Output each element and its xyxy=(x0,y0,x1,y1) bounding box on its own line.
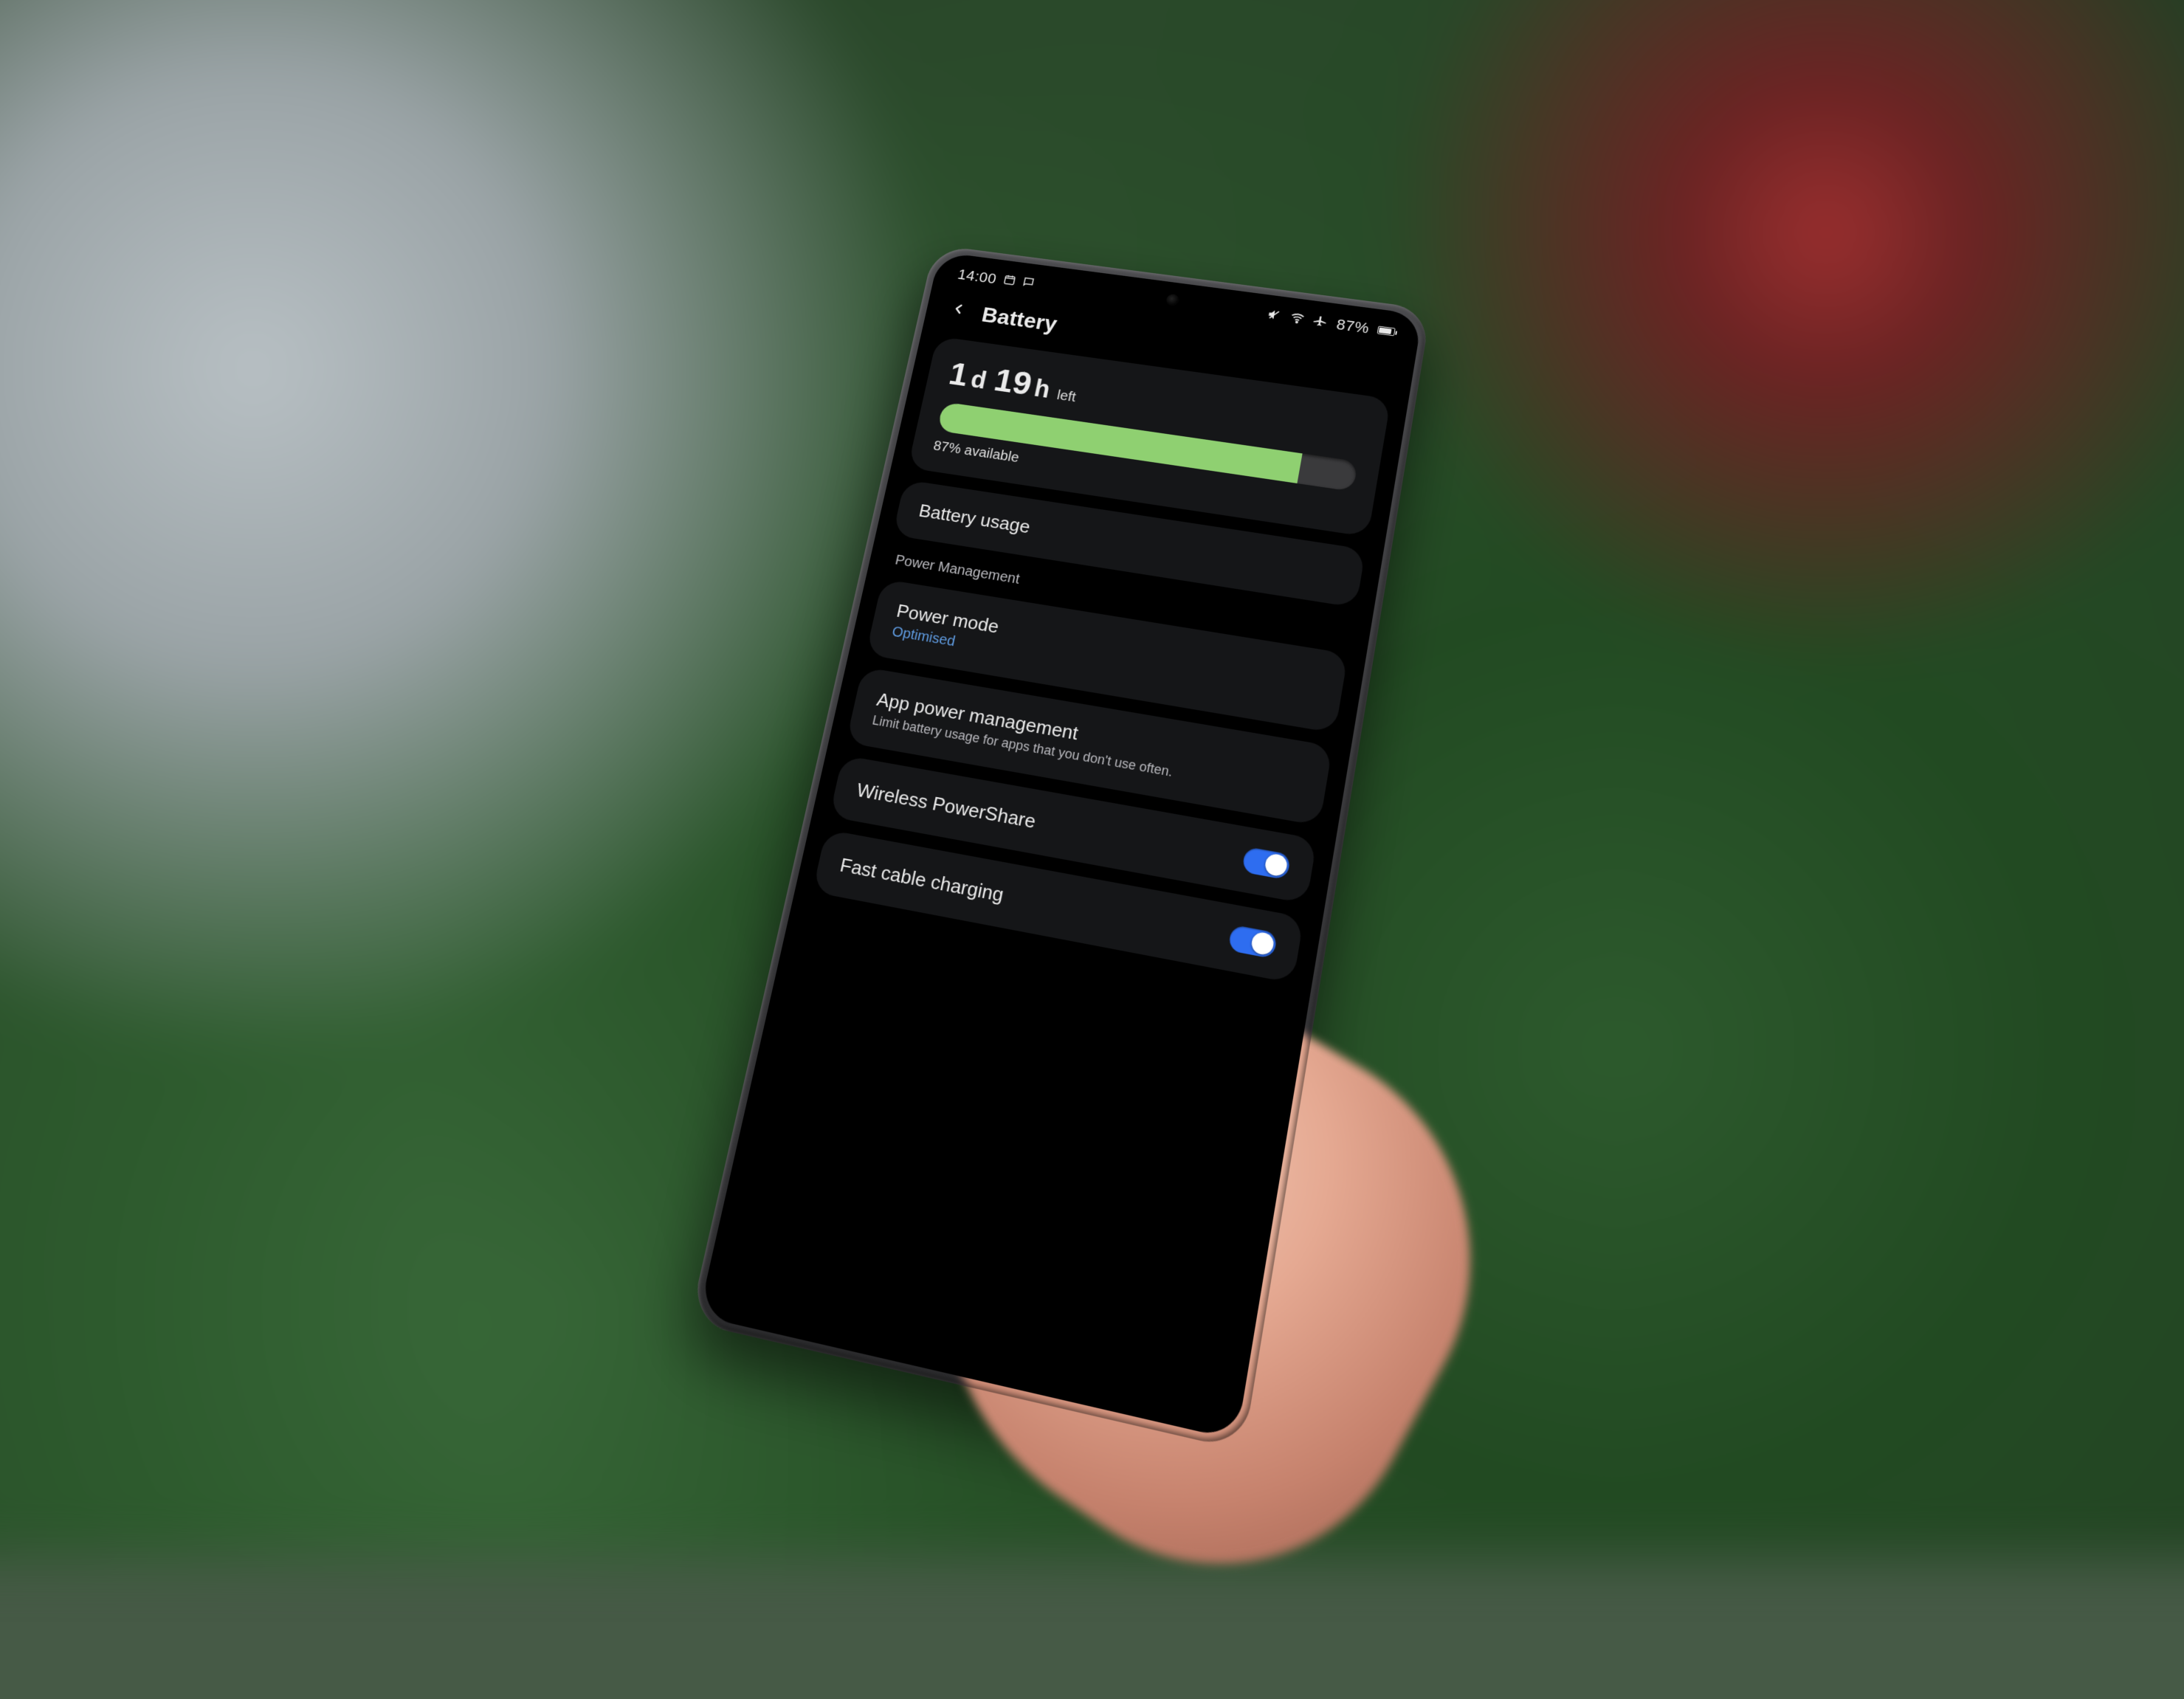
airplane-mode-icon xyxy=(1312,314,1329,331)
back-button[interactable] xyxy=(943,296,973,326)
wireless-powershare-toggle[interactable] xyxy=(1241,847,1290,880)
page-title: Battery xyxy=(979,303,1059,337)
battery-icon xyxy=(1377,326,1395,337)
days-unit: d xyxy=(968,365,988,395)
fast-charging-label: Fast cable charging xyxy=(838,853,1005,906)
battery-icon-fill xyxy=(1378,328,1391,334)
left-suffix: left xyxy=(1055,388,1077,406)
status-clock: 14:00 xyxy=(956,266,998,287)
wifi-icon xyxy=(1288,310,1306,329)
wireless-powershare-label: Wireless PowerShare xyxy=(854,779,1037,833)
days-number: 1 xyxy=(945,356,971,394)
message-notif-icon xyxy=(1020,276,1036,292)
hours-unit: h xyxy=(1031,374,1052,404)
calendar-notif-icon xyxy=(1002,273,1016,289)
mute-icon xyxy=(1266,307,1283,325)
status-battery-percent: 87% xyxy=(1334,316,1370,337)
hours-number: 19 xyxy=(991,362,1035,404)
fast-charging-toggle[interactable] xyxy=(1227,925,1278,959)
